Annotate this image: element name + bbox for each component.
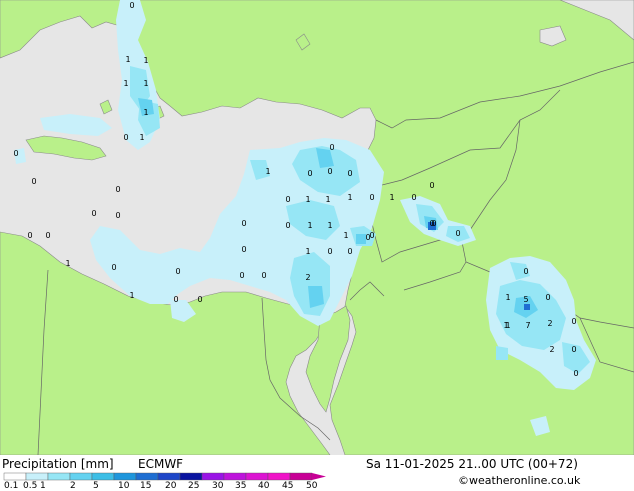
colorbar-segment [25,472,49,481]
precip-value-label: 0 [123,133,128,142]
colorbar-segment [223,472,247,481]
precip-value-label: 2 [547,319,552,328]
precip-value-label: 0 [45,231,50,240]
legend-title: Precipitation [mm] [2,457,114,471]
colorbar-arrow [312,473,326,480]
colorbar-segment [69,472,93,481]
precip-value-label: 0 [285,221,290,230]
colorbar-segment [135,472,159,481]
precip-value-label: 1 [307,221,312,230]
colorbar-segment [245,472,269,481]
precip-value-label: 0 [329,143,334,152]
precip-value-label: 0 [571,317,576,326]
precip-value-label: 0 [347,169,352,178]
precip-value-label: 0 [13,149,18,158]
precip-value-label: 0 [261,271,266,280]
precip-value-label: 0 [523,267,528,276]
precip-value-label: 0 [327,247,332,256]
precip-value-label: 0 [369,193,374,202]
precip-value-label: 1 [503,321,508,330]
precipitation-map: 0 1 1 1 1 1 0 0 0 0 1 1 0 0 0 0 0 1 1 1 0 1 0 0 0 0 0 0 0 0 0 0 0 1 1 1 0 0 0 0… [0,0,634,455]
valid-datetime: Sa 11-01-2025 21..00 UTC (00+72) [366,457,578,471]
precip-value-label: 0 [91,209,96,218]
precip-value-label: 0 [327,167,332,176]
precip-value-label: 0 [129,1,134,10]
precip-value-label: 1 [305,247,310,256]
precip-value-label: 2 [305,273,310,282]
precip-value-label: 0 [115,185,120,194]
precip-value-label: 0 [455,229,460,238]
precip-value-label: 0 [285,195,290,204]
credit-text: ©weatheronline.co.uk [458,474,581,487]
precip-value-label: 1 [123,79,128,88]
colorbar-segment [201,472,225,481]
precip-value-label: 1 [129,291,134,300]
colorbar-segment [267,472,291,481]
precip-value-label: 1 [327,221,332,230]
precip-value-label: 0 [115,211,120,220]
precip-value-label: 1 [389,193,394,202]
colorbar-segment [91,472,115,481]
precip-value-label: 1 [343,231,348,240]
precip-value-label: 0 [241,219,246,228]
precip-value-label: 0 [31,177,36,186]
precip-value-label: 1 [65,259,70,268]
precip-value-label: 0 [239,271,244,280]
colorbar-segment [3,472,27,481]
precip-value-label: 1 [505,293,510,302]
precip-value-label: 5 [523,295,528,304]
precip-value-label: 1 [347,193,352,202]
precip-value-label: 0 [369,231,374,240]
precip-value-label: 1 [325,195,330,204]
precip-value-label: 0 [573,369,578,378]
precip-value-label: 0 [429,219,434,228]
precip-value-label: 0 [307,169,312,178]
colorbar-segment [47,472,71,481]
precip-value-label: 1 [305,195,310,204]
colorbar-segment [113,472,137,481]
colorbar-segment [157,472,181,481]
precip-value-label: 0 [27,231,32,240]
precip-value-label: 7 [525,321,530,330]
precip-value-label: 1 [265,167,270,176]
precip-value-label: 0 [173,295,178,304]
colorbar-segment [289,472,313,481]
precip-value-label: 1 [143,108,148,117]
precip-value-label: 0 [411,193,416,202]
precip-value-label: 1 [143,79,148,88]
model-name: ECMWF [138,457,184,471]
precip-value-label: 2 [549,345,554,354]
precip-value-label: 0 [175,267,180,276]
colorbar-segment [179,472,203,481]
precip-value-label: 0 [571,345,576,354]
precip-value-label: 1 [139,133,144,142]
precip-value-label: 0 [241,245,246,254]
precip-value-label: 0 [111,263,116,272]
precip-value-label: 0 [545,293,550,302]
precip-value-label: 0 [429,181,434,190]
precip-value-label: 0 [197,295,202,304]
precip-value-label: 0 [347,247,352,256]
precip-value-label: 1 [125,55,130,64]
precip-value-label: 1 [143,56,148,65]
